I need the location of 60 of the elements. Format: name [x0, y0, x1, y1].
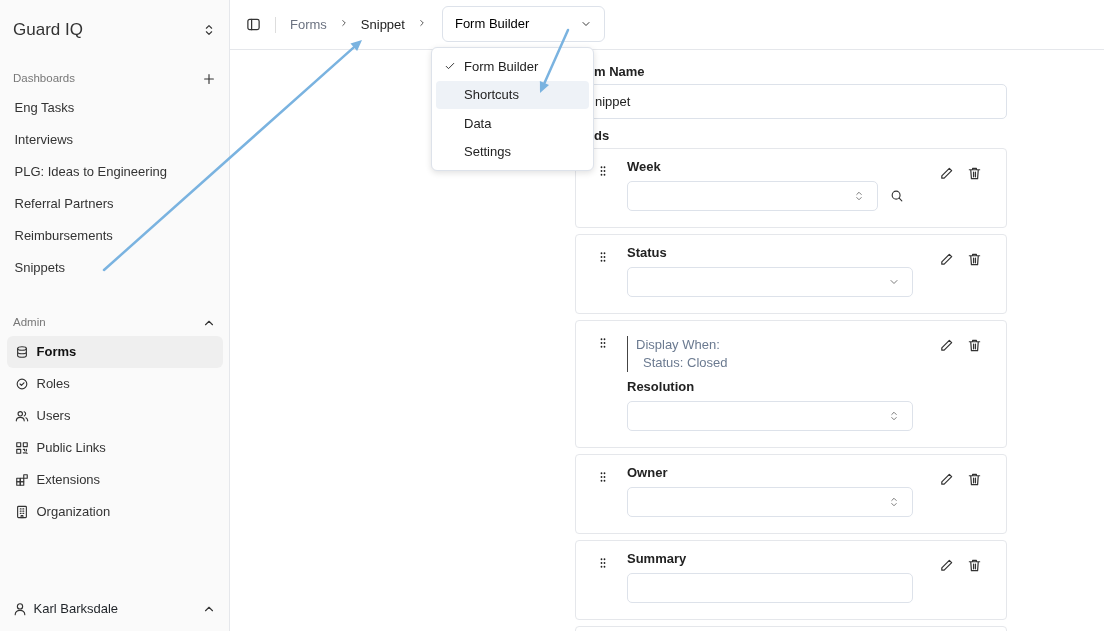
delete-icon[interactable]	[967, 472, 982, 487]
building-icon	[14, 505, 29, 519]
plus-icon[interactable]	[202, 72, 216, 86]
nav-item[interactable]: Reimbursements	[6, 220, 223, 252]
sidebar-toggle-icon[interactable]	[246, 17, 261, 32]
condition-title: Display When:	[636, 336, 720, 354]
section-label: Admin	[13, 315, 46, 331]
edit-icon[interactable]	[939, 558, 954, 573]
select-field[interactable]	[627, 181, 878, 211]
delete-icon[interactable]	[967, 252, 982, 267]
select-field[interactable]	[627, 401, 913, 431]
delete-icon[interactable]	[967, 558, 982, 573]
breadcrumb-link[interactable]: Snippet	[360, 14, 405, 35]
nav-item[interactable]: Referral Partners	[6, 188, 223, 220]
menu-item[interactable]: Form Builder	[436, 52, 589, 81]
menu-item[interactable]: Shortcuts	[436, 80, 589, 109]
nav-item[interactable]: Roles	[6, 368, 223, 400]
select-field[interactable]	[627, 267, 913, 297]
nav-item[interactable]: Forms	[6, 336, 223, 368]
view-select[interactable]: Form Builder	[441, 5, 605, 42]
nav-item[interactable]: Extensions	[6, 464, 223, 496]
user-icon	[13, 602, 27, 616]
section-label: Dashboards	[13, 71, 75, 87]
delete-icon[interactable]	[967, 166, 982, 181]
menu-item[interactable]: Settings	[436, 137, 589, 166]
edit-icon[interactable]	[939, 166, 954, 181]
check-circle-icon	[14, 377, 29, 391]
input-field[interactable]	[627, 573, 913, 603]
breadcrumb-link[interactable]: Forms	[290, 14, 327, 35]
nav-item[interactable]: PLG: Ideas to Engineering	[6, 156, 223, 188]
edit-icon[interactable]	[939, 338, 954, 353]
user-name[interactable]: Karl Barksdale	[33, 599, 119, 619]
condition-rule: Status: Closed	[642, 354, 729, 372]
delete-icon[interactable]	[967, 338, 982, 353]
search-icon[interactable]	[890, 189, 904, 203]
select-field[interactable]	[627, 487, 913, 517]
updown-icon	[888, 496, 900, 508]
nav-item[interactable]: Public Links	[6, 432, 223, 464]
updown-icon	[888, 410, 900, 422]
updown-icon	[853, 190, 865, 202]
edit-icon[interactable]	[939, 252, 954, 267]
edit-icon[interactable]	[939, 472, 954, 487]
qr-code-icon	[14, 441, 29, 455]
database-icon	[14, 345, 29, 359]
users-icon	[14, 409, 29, 423]
field-label: Week	[627, 158, 661, 176]
annotation-arrow	[539, 28, 570, 93]
nav-item[interactable]: Eng Tasks	[6, 92, 223, 124]
field-label: Summary	[627, 550, 687, 568]
field-label: Status	[627, 244, 667, 262]
field-label: Owner	[627, 464, 668, 482]
app-title: Guard IQ	[13, 19, 83, 42]
field-label: Resolution	[627, 378, 695, 396]
section-label: ds	[594, 127, 610, 145]
nav-item[interactable]: Users	[6, 400, 223, 432]
nav-item[interactable]: Interviews	[6, 124, 223, 156]
field-label: m Name	[594, 63, 645, 81]
nav-item[interactable]: Snippets	[6, 252, 223, 284]
blocks-icon	[14, 473, 29, 487]
nav-item[interactable]: Organization	[6, 496, 223, 528]
